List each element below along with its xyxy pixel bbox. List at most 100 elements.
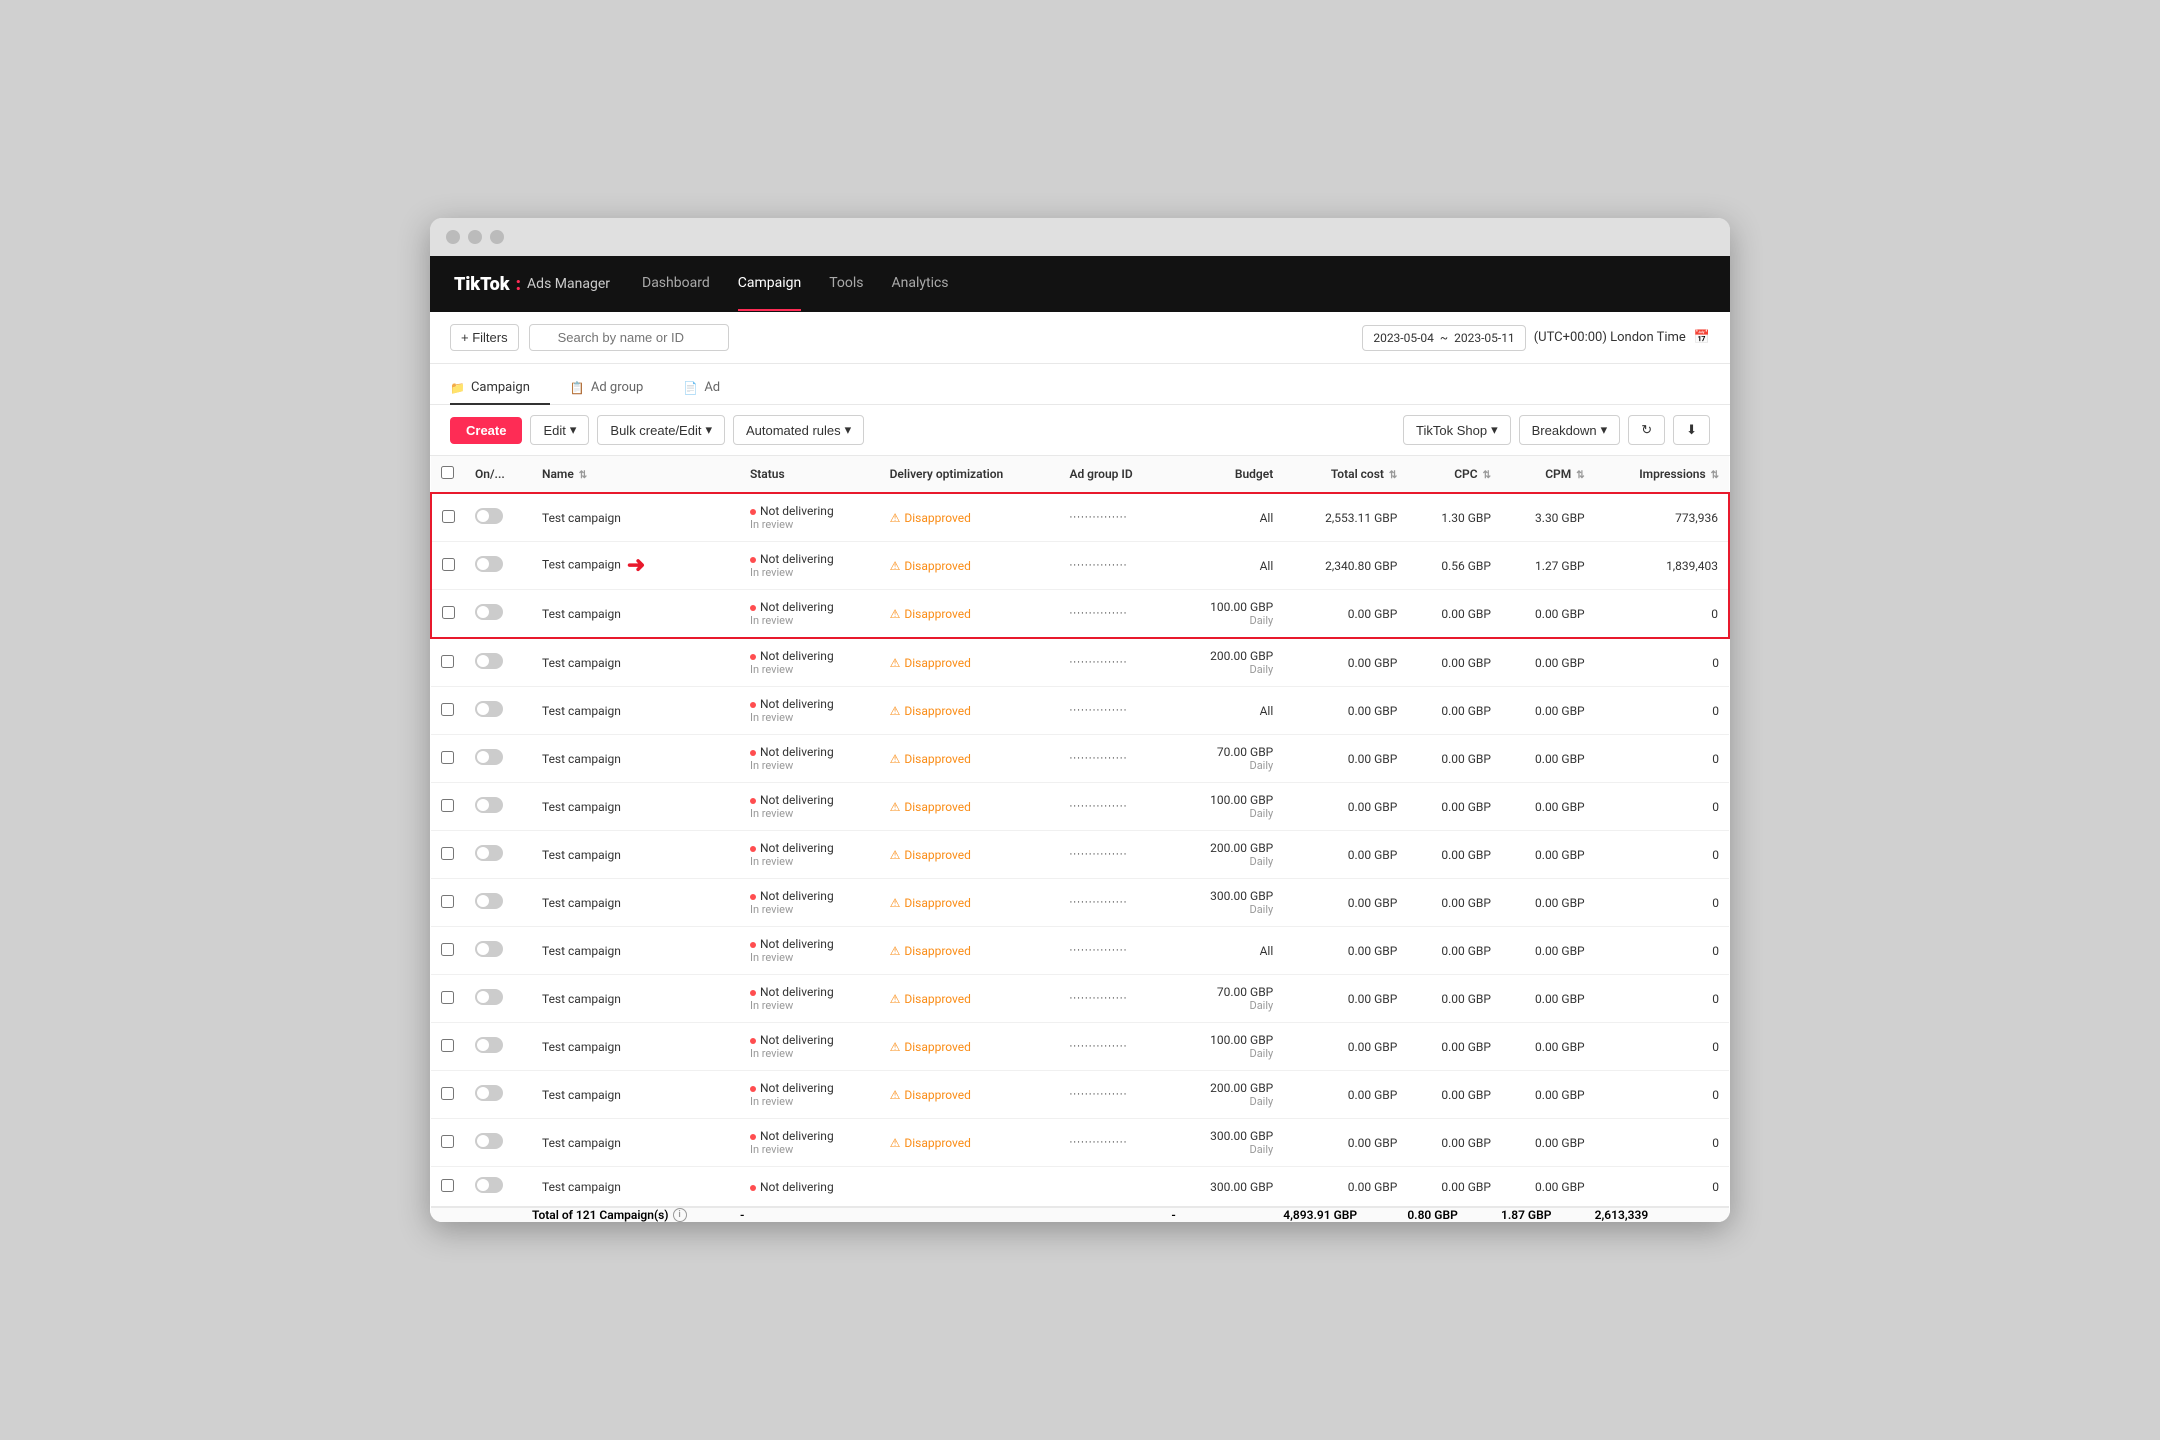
row-toggle[interactable] [475, 1133, 503, 1149]
campaign-icon: 📁 [450, 381, 465, 395]
delivery-text: Disapproved [904, 607, 971, 621]
row-toggle[interactable] [475, 845, 503, 861]
row-cpc: 0.00 GBP [1407, 638, 1501, 687]
bulk-chevron-icon: ▾ [705, 422, 712, 438]
row-toggle[interactable] [475, 508, 503, 524]
row-toggle[interactable] [475, 1177, 503, 1193]
budget-main-text: 300.00 GBP [1210, 889, 1273, 903]
edit-button[interactable]: Edit ▾ [530, 415, 589, 445]
breadcrumb-campaign[interactable]: 📁 Campaign [450, 372, 550, 405]
warning-icon: ⚠ [890, 992, 901, 1006]
table-row: Test campaign➜Not deliveringIn review⚠Di… [431, 542, 1729, 590]
nav-items: Dashboard Campaign Tools Analytics [642, 257, 949, 311]
row-name: Test campaign [532, 879, 740, 927]
row-toggle[interactable] [475, 797, 503, 813]
row-toggle[interactable] [475, 893, 503, 909]
row-status: Not deliveringIn review [740, 735, 880, 783]
row-toggle[interactable] [475, 1037, 503, 1053]
search-wrap: 🔍 [529, 324, 729, 351]
header-cpm[interactable]: CPM ⇅ [1501, 456, 1595, 493]
delivery-text: Disapproved [904, 704, 971, 718]
row-checkbox-cell [431, 1023, 465, 1071]
row-ad-group-id: ··············· [1059, 831, 1171, 879]
row-ad-group-id: ··············· [1059, 638, 1171, 687]
row-checkbox[interactable] [441, 847, 454, 860]
row-total-cost: 0.00 GBP [1283, 831, 1407, 879]
row-checkbox[interactable] [441, 1087, 454, 1100]
row-impressions: 0 [1595, 831, 1729, 879]
row-checkbox[interactable] [442, 558, 455, 571]
status-sub-text: In review [750, 1143, 870, 1156]
date-range[interactable]: 2023-05-04 ~ 2023-05-11 [1362, 325, 1525, 351]
status-text: Not delivering [760, 552, 834, 566]
row-checkbox[interactable] [441, 703, 454, 716]
footer-budget-cell: - [1171, 1207, 1283, 1222]
row-name: Test campaign [532, 687, 740, 735]
header-total-cost[interactable]: Total cost ⇅ [1283, 456, 1407, 493]
nav-campaign[interactable]: Campaign [738, 257, 801, 311]
download-button[interactable]: ⬇ [1673, 415, 1710, 445]
tiktok-shop-button[interactable]: TikTok Shop ▾ [1403, 415, 1511, 445]
automated-rules-button[interactable]: Automated rules ▾ [733, 415, 864, 445]
row-status: Not deliveringIn review [740, 927, 880, 975]
header-name[interactable]: Name ⇅ [532, 456, 740, 493]
calendar-icon[interactable]: 📅 [1694, 330, 1710, 345]
row-toggle[interactable] [475, 701, 503, 717]
header-impressions[interactable]: Impressions ⇅ [1595, 456, 1729, 493]
row-toggle[interactable] [475, 749, 503, 765]
row-checkbox[interactable] [442, 510, 455, 523]
row-toggle[interactable] [475, 989, 503, 1005]
select-all-checkbox[interactable] [441, 466, 454, 479]
status-text: Not delivering [760, 841, 834, 855]
status-sub-text: In review [750, 711, 870, 724]
row-checkbox[interactable] [441, 943, 454, 956]
row-budget: 300.00 GBPDaily [1171, 1119, 1283, 1167]
row-checkbox[interactable] [441, 895, 454, 908]
row-toggle-cell [465, 542, 532, 590]
refresh-button[interactable]: ↻ [1628, 415, 1665, 445]
row-checkbox[interactable] [441, 799, 454, 812]
row-cpc: 0.00 GBP [1407, 831, 1501, 879]
row-status: Not deliveringIn review [740, 638, 880, 687]
row-status: Not delivering [740, 1167, 880, 1208]
search-input[interactable] [529, 324, 729, 351]
row-checkbox[interactable] [441, 991, 454, 1004]
status-sub-text: In review [750, 999, 870, 1012]
row-toggle[interactable] [475, 604, 503, 620]
row-checkbox[interactable] [441, 751, 454, 764]
filters-button[interactable]: + Filters [450, 324, 519, 351]
footer-total-label: Total of 121 Campaign(s) [532, 1208, 669, 1222]
status-text: Not delivering [760, 889, 834, 903]
row-checkbox[interactable] [441, 1179, 454, 1192]
nav-analytics[interactable]: Analytics [891, 257, 948, 311]
breakdown-button[interactable]: Breakdown ▾ [1519, 415, 1621, 445]
row-cpc: 0.00 GBP [1407, 1167, 1501, 1208]
breadcrumb-ad[interactable]: 📄 Ad [683, 372, 740, 405]
create-button[interactable]: Create [450, 417, 522, 444]
row-checkbox-cell [431, 831, 465, 879]
row-toggle[interactable] [475, 941, 503, 957]
nav-dashboard[interactable]: Dashboard [642, 257, 710, 311]
row-cpc: 0.00 GBP [1407, 687, 1501, 735]
row-checkbox[interactable] [441, 1039, 454, 1052]
nav-tools[interactable]: Tools [829, 257, 863, 311]
row-cpc: 0.00 GBP [1407, 735, 1501, 783]
row-toggle[interactable] [475, 556, 503, 572]
row-toggle[interactable] [475, 1085, 503, 1101]
delivery-text: Disapproved [904, 848, 971, 862]
row-checkbox-cell [431, 927, 465, 975]
breadcrumb-adgroup[interactable]: 📋 Ad group [570, 372, 663, 405]
row-status: Not deliveringIn review [740, 1119, 880, 1167]
bulk-create-button[interactable]: Bulk create/Edit ▾ [597, 415, 725, 445]
status-dot-icon [750, 798, 756, 804]
row-toggle[interactable] [475, 653, 503, 669]
row-checkbox[interactable] [441, 1135, 454, 1148]
row-status: Not deliveringIn review [740, 783, 880, 831]
row-cpm: 0.00 GBP [1501, 1023, 1595, 1071]
row-checkbox[interactable] [441, 655, 454, 668]
header-cpc[interactable]: CPC ⇅ [1407, 456, 1501, 493]
row-cpc: 0.00 GBP [1407, 783, 1501, 831]
status-dot-icon [750, 654, 756, 660]
row-checkbox[interactable] [442, 606, 455, 619]
delivery-text: Disapproved [904, 896, 971, 910]
